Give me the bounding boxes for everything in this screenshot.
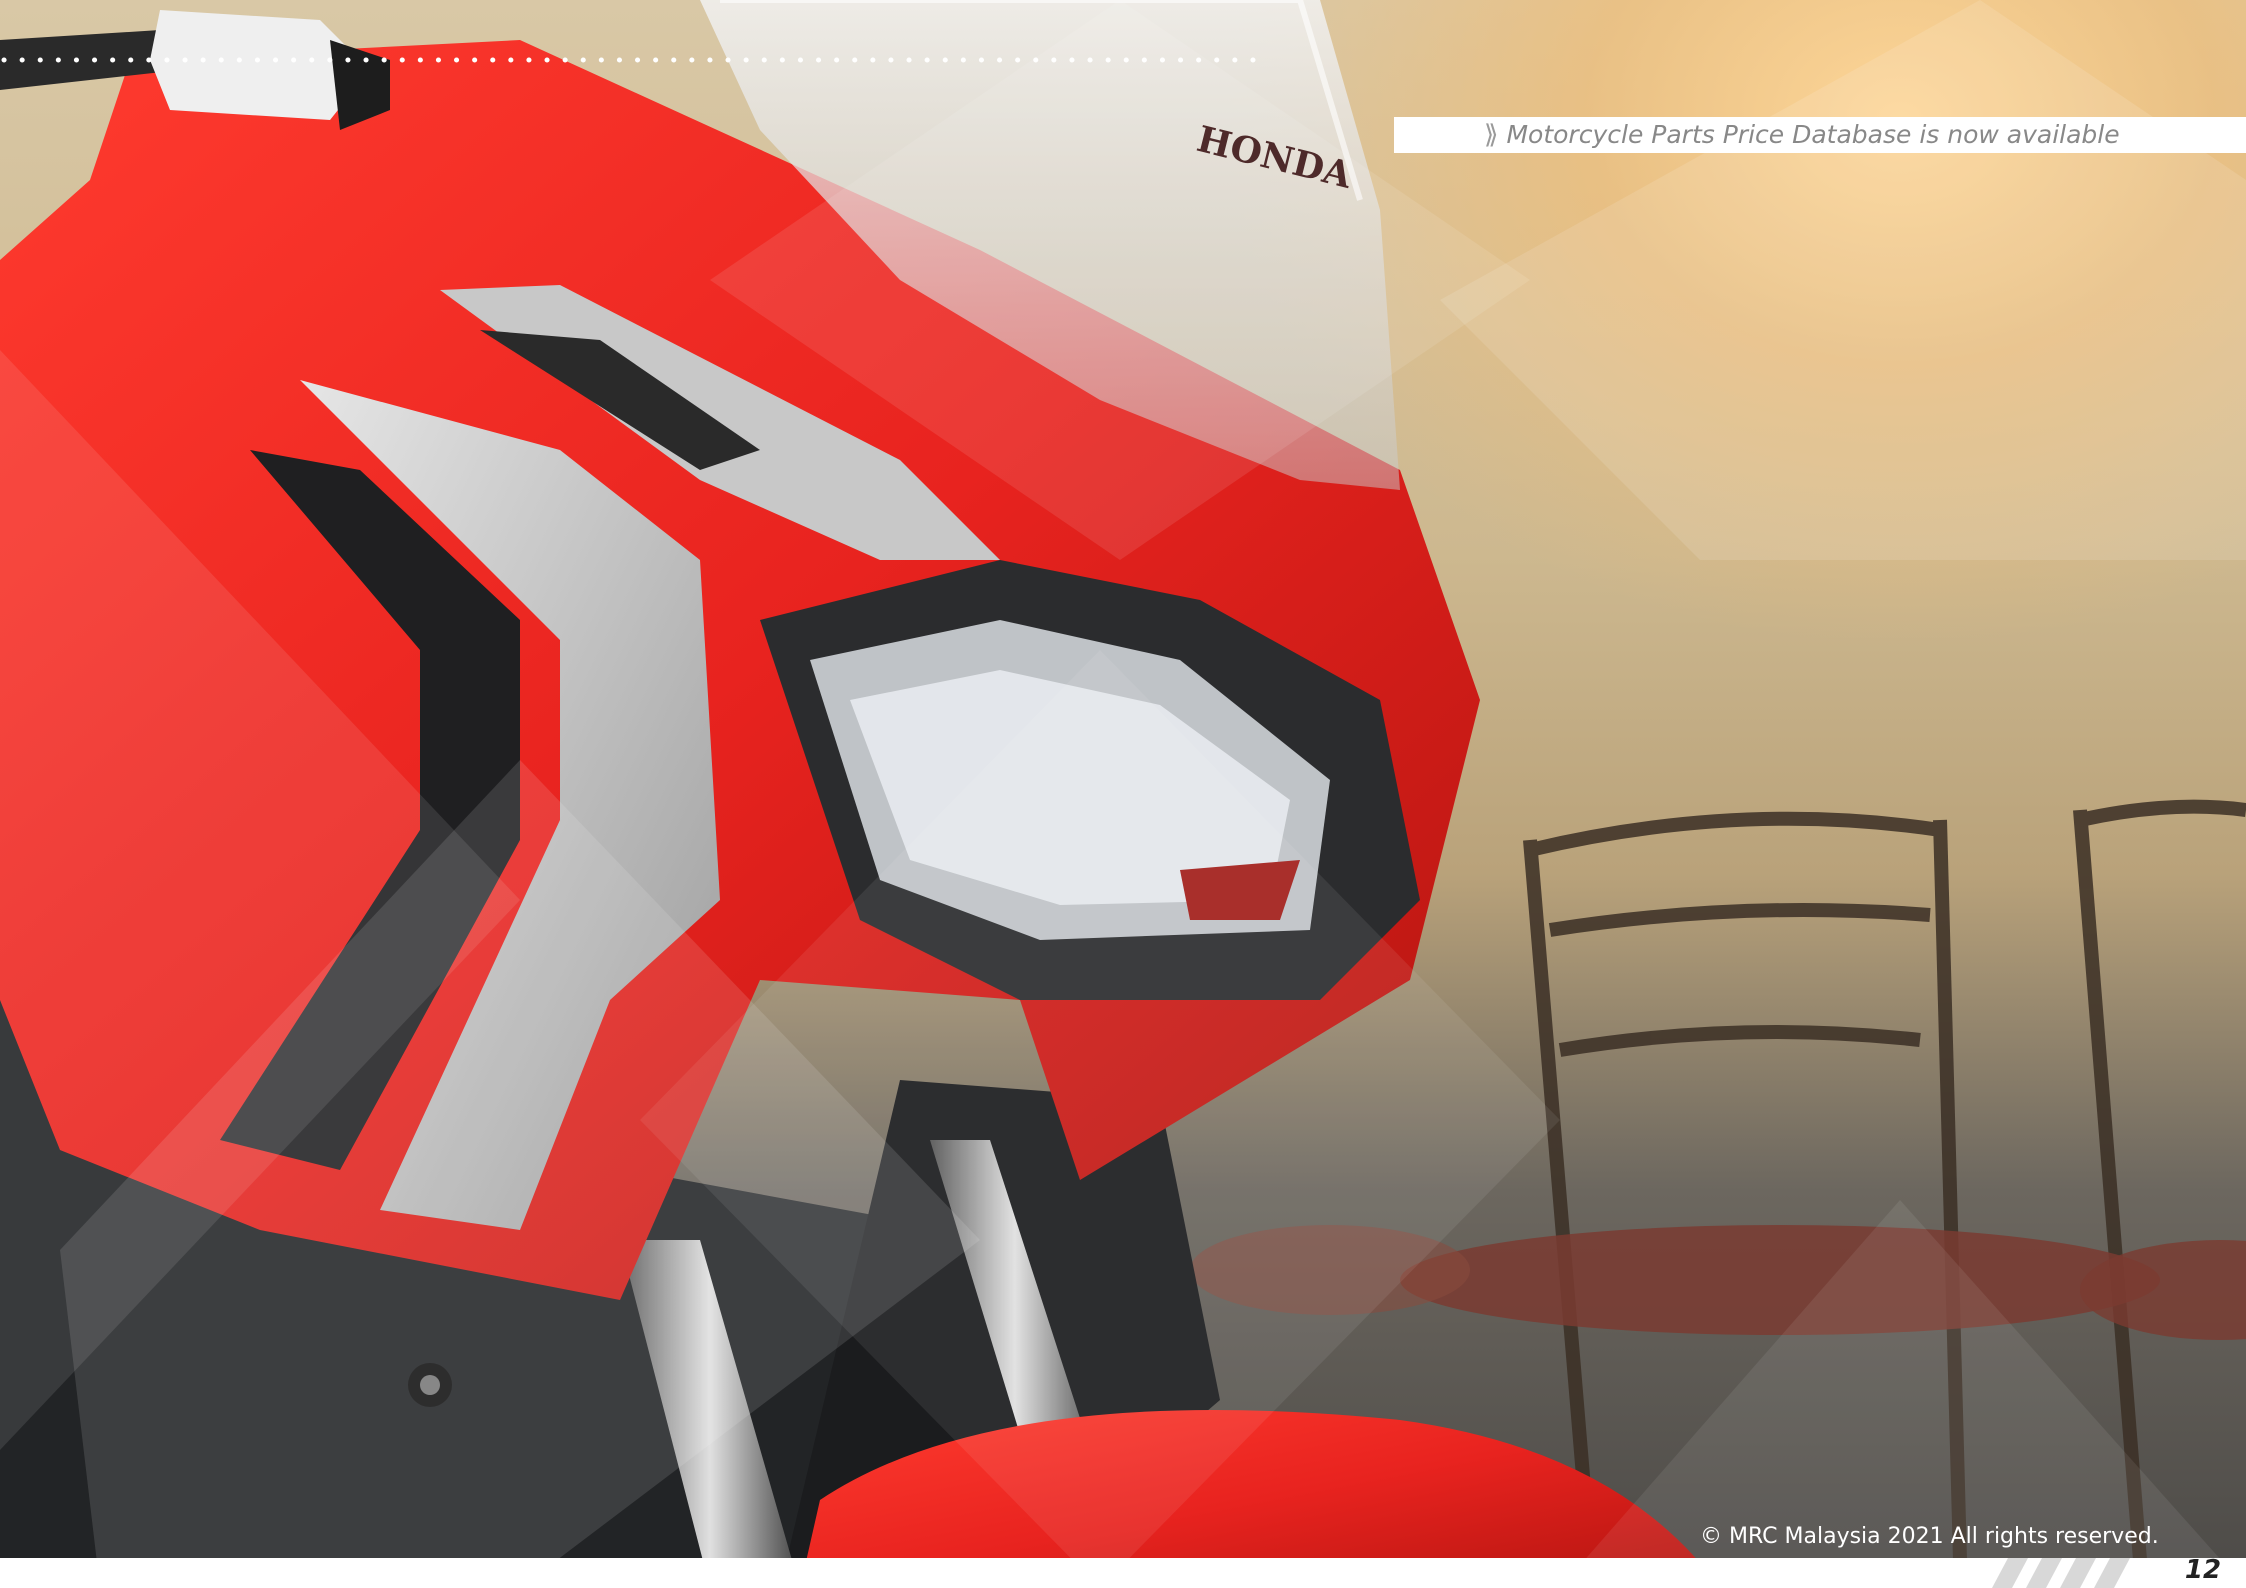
brochure-page: HONDA ⟫ Motorcycle Parts Price Database … [0,0,2246,1588]
copyright-text: © MRC Malaysia 2021 All rights reserved. [1700,1524,2159,1549]
footer-bar [0,1558,2246,1588]
slash-decoration [1992,1558,2130,1588]
page-number: 12 [2184,1555,2222,1585]
double-chevron-right-icon: ⟫ [1484,120,1499,150]
banner-text: Motorcycle Parts Price Database is now a… [1506,120,2120,149]
motorcycle-photo: HONDA [0,0,2246,1588]
announcement-banner[interactable]: ⟫ Motorcycle Parts Price Database is now… [1394,117,2246,153]
dotted-divider [1,57,1261,63]
